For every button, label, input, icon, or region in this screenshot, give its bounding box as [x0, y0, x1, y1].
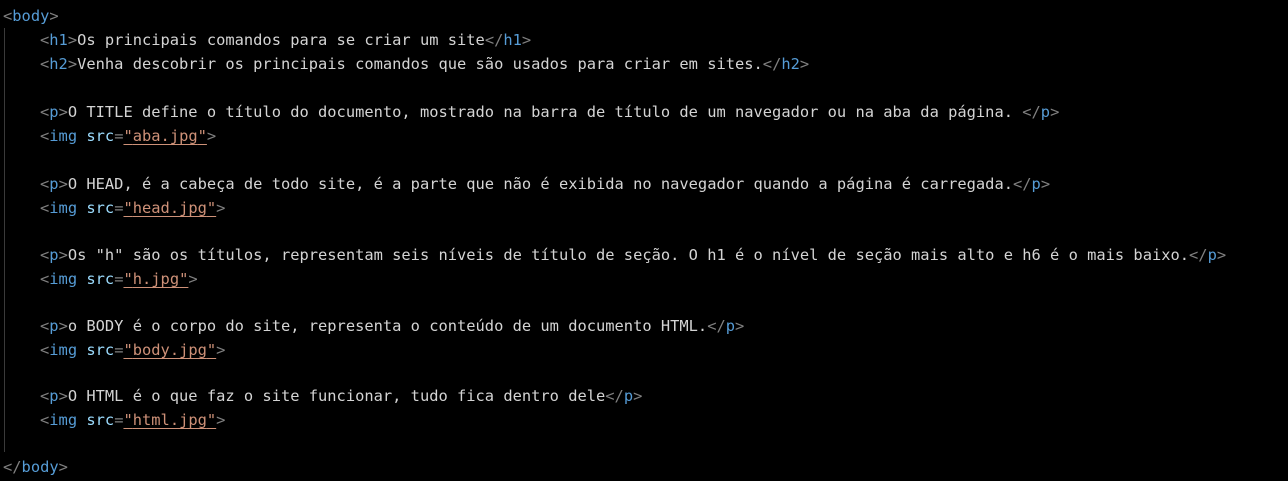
img-src-link[interactable]: body.jpg	[133, 341, 207, 359]
code-line-p[interactable]: <p>Os "h" são os títulos, representam se…	[40, 243, 1226, 267]
img-src-link[interactable]: h.jpg	[133, 270, 179, 288]
h2-text: Venha descobrir os principais comandos q…	[77, 55, 763, 73]
code-line-img[interactable]: <img src="html.jpg">	[40, 408, 225, 432]
code-line-img[interactable]: <img src="body.jpg">	[40, 338, 225, 362]
paragraph-text: O HEAD, é a cabeça de todo site, é a par…	[67, 175, 1013, 193]
code-line-body-open[interactable]: <body>	[3, 4, 59, 28]
code-line-p[interactable]: <p>o BODY é o corpo do site, representa …	[40, 314, 744, 338]
body-open-tag: body	[12, 7, 50, 25]
h1-text: Os principais comandos para se criar um …	[77, 31, 485, 49]
code-line-h1[interactable]: <h1>Os principais comandos para se criar…	[40, 28, 531, 52]
img-src-link[interactable]: html.jpg	[133, 411, 207, 429]
paragraph-text: O HTML é o que faz o site funcionar, tud…	[67, 387, 606, 405]
img-src-link[interactable]: aba.jpg	[133, 127, 198, 145]
paragraph-text: O TITLE define o título do documento, mo…	[67, 103, 1023, 121]
code-line-h2[interactable]: <h2>Venha descobrir os principais comand…	[40, 52, 809, 76]
code-line-img[interactable]: <img src="h.jpg">	[40, 267, 198, 291]
paragraph-text: Os "h" são os títulos, representam seis …	[67, 246, 1190, 264]
body-close-tag: body	[21, 458, 59, 476]
indent-guide	[4, 28, 5, 452]
code-line-p[interactable]: <p>O TITLE define o título do documento,…	[40, 100, 1059, 124]
code-line-p[interactable]: <p>O HEAD, é a cabeça de todo site, é a …	[40, 172, 1050, 196]
paragraph-text: o BODY é o corpo do site, representa o c…	[67, 317, 708, 335]
img-src-link[interactable]: head.jpg	[133, 199, 207, 217]
code-line-img[interactable]: <img src="aba.jpg">	[40, 124, 216, 148]
code-editor[interactable]: <body> <h1>Os principais comandos para s…	[0, 0, 1288, 481]
code-line-body-close[interactable]: </body>	[3, 455, 68, 479]
code-line-p[interactable]: <p>O HTML é o que faz o site funcionar, …	[40, 384, 642, 408]
code-line-img[interactable]: <img src="head.jpg">	[40, 196, 225, 220]
